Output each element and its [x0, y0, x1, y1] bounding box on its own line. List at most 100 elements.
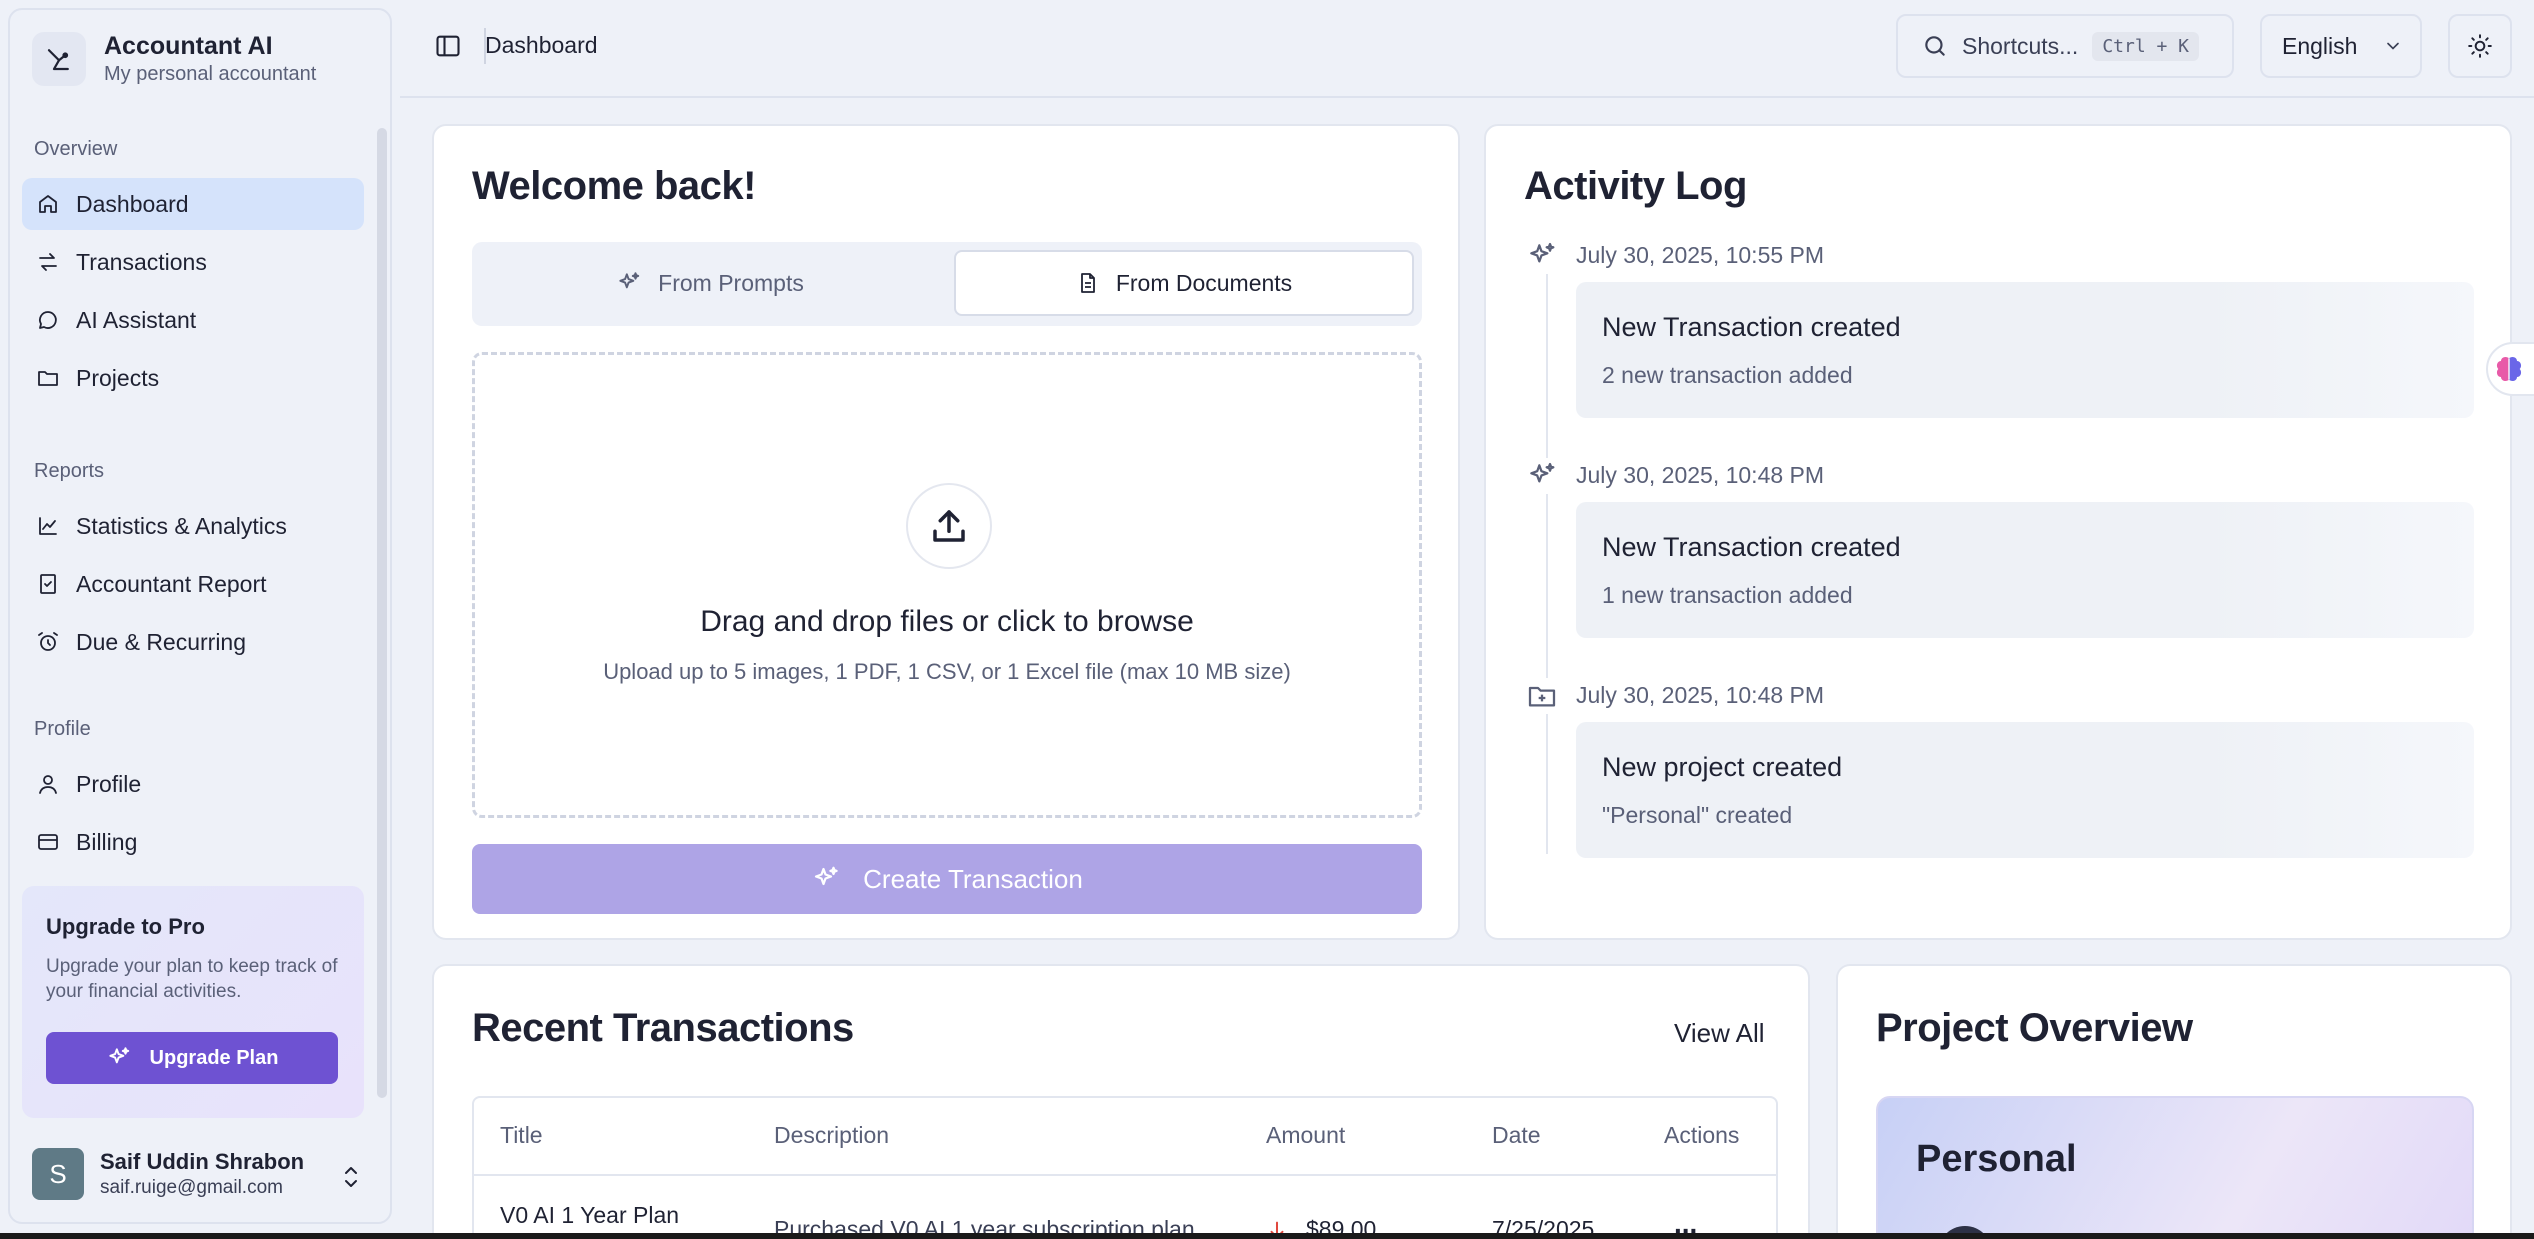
- user-email: saif.ruige@gmail.com: [100, 1177, 283, 1198]
- theme-toggle-button[interactable]: [2448, 14, 2512, 78]
- language-value: English: [2282, 32, 2358, 59]
- activity-time: July 30, 2025, 10:48 PM: [1576, 682, 1825, 708]
- transactions-table: Title Description Amount Date Actions V0…: [472, 1096, 1778, 1239]
- column-date: Date: [1492, 1122, 1541, 1148]
- chat-bubble-icon: [36, 308, 60, 332]
- nav-group-overview: Overview: [34, 138, 118, 160]
- project-card[interactable]: Personal: [1876, 1096, 2474, 1239]
- sparkles-icon: [616, 270, 642, 296]
- tab-from-prompts[interactable]: From Prompts: [480, 250, 940, 316]
- sidebar-item-label: Accountant Report: [76, 570, 267, 597]
- file-dropzone[interactable]: Drag and drop files or click to browse U…: [472, 352, 1422, 818]
- activity-entry-desc: "Personal" created: [1602, 802, 1793, 828]
- sidebar-item-label: Statistics & Analytics: [76, 512, 287, 539]
- nav-group-profile: Profile: [34, 718, 91, 740]
- column-description: Description: [774, 1122, 890, 1148]
- activity-time: July 30, 2025, 10:55 PM: [1576, 242, 1825, 268]
- view-all-link[interactable]: View All: [1674, 1018, 1765, 1049]
- user-icon: [36, 772, 60, 796]
- table-header: Title Description Amount Date Actions: [474, 1098, 1776, 1176]
- column-amount: Amount: [1266, 1122, 1346, 1148]
- activity-entry-title: New Transaction created: [1602, 312, 1901, 342]
- sidebar-item-label: Due & Recurring: [76, 628, 247, 655]
- sidebar: Accountant AI My personal accountant Ove…: [8, 8, 392, 1224]
- recent-transactions-title: Recent Transactions: [472, 1006, 854, 1050]
- sidebar-toggle-icon[interactable]: [434, 32, 462, 60]
- sidebar-item-label: Transactions: [76, 248, 207, 275]
- create-transaction-label: Create Transaction: [863, 863, 1083, 894]
- activity-time: July 30, 2025, 10:48 PM: [1576, 462, 1825, 488]
- activity-box: New project created "Personal" created: [1576, 722, 2474, 858]
- nav-group-reports: Reports: [34, 460, 105, 482]
- sidebar-item-label: Dashboard: [76, 190, 189, 217]
- ai-brain-widget[interactable]: [2486, 342, 2534, 396]
- sidebar-item-label: Billing: [76, 828, 138, 855]
- upgrade-title: Upgrade to Pro: [46, 914, 205, 939]
- recent-transactions-card: Recent Transactions View All Title Descr…: [432, 964, 1810, 1239]
- breadcrumb-current: Dashboard: [485, 32, 598, 59]
- tab-label: From Prompts: [658, 269, 804, 296]
- project-overview-card: Project Overview Personal: [1836, 964, 2512, 1239]
- sparkles-icon: [811, 864, 841, 894]
- dropzone-subtitle: Upload up to 5 images, 1 PDF, 1 CSV, or …: [603, 659, 1291, 684]
- source-tabs: From Prompts From Documents: [472, 242, 1422, 326]
- brand-logo-icon: [32, 32, 86, 86]
- sidebar-item-billing[interactable]: Billing: [22, 816, 364, 868]
- activity-title: Activity Log: [1524, 164, 1747, 208]
- user-name: Saif Uddin Shrabon: [100, 1149, 305, 1174]
- sidebar-item-label: Profile: [76, 770, 142, 797]
- sparkles-icon: [106, 1045, 132, 1071]
- sidebar-item-dashboard[interactable]: Dashboard: [22, 178, 364, 230]
- sidebar-scrollbar[interactable]: [377, 128, 387, 1098]
- sparkles-icon: [1524, 238, 1560, 274]
- sidebar-item-transactions[interactable]: Transactions: [22, 236, 364, 288]
- brand[interactable]: Accountant AI My personal accountant: [32, 32, 316, 86]
- home-icon: [36, 192, 60, 216]
- language-select[interactable]: English: [2260, 14, 2422, 78]
- sidebar-item-accountant-report[interactable]: Accountant Report: [22, 558, 364, 610]
- user-menu[interactable]: S Saif Uddin Shrabon saif.ruige@gmail.co…: [32, 1148, 304, 1200]
- sidebar-item-due-recurring[interactable]: Due & Recurring: [22, 616, 364, 668]
- activity-entry-desc: 2 new transaction added: [1602, 362, 1853, 388]
- activity-log-card: Activity Log July 30, 2025, 10:55 PM New…: [1484, 124, 2512, 940]
- upgrade-text: Upgrade your plan to keep track of your …: [46, 956, 338, 1002]
- folder-icon: [36, 366, 60, 390]
- shortcuts-search[interactable]: Shortcuts... Ctrl + K: [1896, 14, 2234, 78]
- project-overview-title: Project Overview: [1876, 1006, 2193, 1050]
- credit-card-icon: [36, 830, 60, 854]
- dropzone-title: Drag and drop files or click to browse: [700, 605, 1194, 638]
- sidebar-item-ai-assistant[interactable]: AI Assistant: [22, 294, 364, 346]
- line-chart-icon: [36, 514, 60, 538]
- brand-subtitle: My personal accountant: [104, 63, 317, 85]
- sun-icon: [2467, 33, 2493, 59]
- report-check-icon: [36, 572, 60, 596]
- brain-icon: [2493, 353, 2525, 385]
- tab-from-documents[interactable]: From Documents: [954, 250, 1414, 316]
- shortcut-kbd: Ctrl + K: [2092, 31, 2200, 61]
- create-transaction-button[interactable]: Create Transaction: [472, 844, 1422, 914]
- search-label: Shortcuts...: [1962, 32, 2079, 59]
- topbar: Dashboard Shortcuts... Ctrl + K English: [400, 0, 2534, 98]
- upgrade-plan-label: Upgrade Plan: [149, 1046, 279, 1069]
- timeline-line: [1546, 272, 1548, 854]
- welcome-title: Welcome back!: [472, 164, 757, 208]
- breadcrumb-label: Dashboard: [485, 32, 598, 58]
- activity-box: New Transaction created 1 new transactio…: [1576, 502, 2474, 638]
- sidebar-item-label: AI Assistant: [76, 306, 197, 333]
- activity-entry-title: New Transaction created: [1602, 532, 1901, 562]
- sidebar-item-profile[interactable]: Profile: [22, 758, 364, 810]
- tab-label: From Documents: [1115, 269, 1293, 296]
- sidebar-item-statistics[interactable]: Statistics & Analytics: [22, 500, 364, 552]
- chevron-up-down-icon[interactable]: [340, 1164, 362, 1190]
- project-name: Personal: [1916, 1138, 2077, 1180]
- sparkles-icon: [1524, 458, 1560, 494]
- sidebar-item-label: Projects: [76, 364, 160, 391]
- upload-icon: [906, 483, 992, 569]
- brand-title: Accountant AI: [104, 32, 273, 60]
- activity-entry-desc: 1 new transaction added: [1602, 582, 1853, 608]
- upgrade-plan-button[interactable]: Upgrade Plan: [46, 1032, 338, 1084]
- document-icon: [1076, 271, 1100, 295]
- row-title: V0 AI 1 Year Plan: [500, 1202, 680, 1228]
- sidebar-item-projects[interactable]: Projects: [22, 352, 364, 404]
- activity-entry-title: New project created: [1602, 752, 1843, 782]
